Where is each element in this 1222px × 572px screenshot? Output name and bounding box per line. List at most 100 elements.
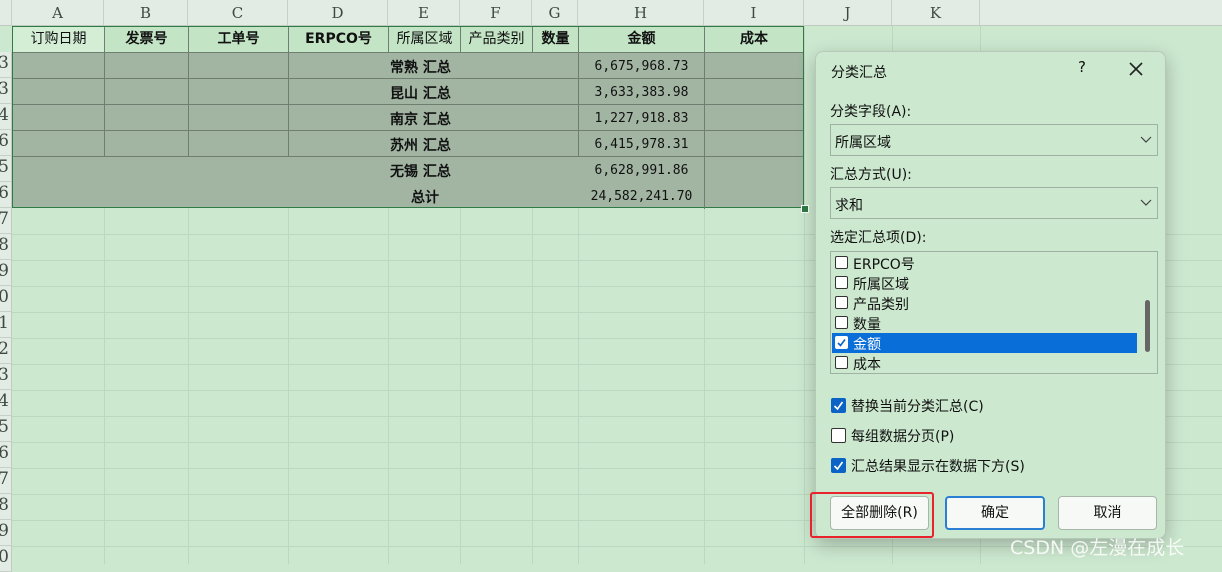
subtotal-amount: 6,675,968.73 — [594, 59, 689, 74]
highlight-annotation — [810, 492, 934, 538]
row-header[interactable]: 6 — [0, 182, 12, 208]
chevron-down-icon — [1140, 199, 1152, 206]
cancel-button[interactable]: 取消 — [1058, 496, 1157, 530]
list-item[interactable]: 产品类别 — [832, 293, 1137, 313]
checkbox[interactable] — [835, 256, 848, 269]
scrollbar-thumb[interactable] — [1145, 300, 1150, 352]
header-amount[interactable]: 金额 — [579, 27, 705, 53]
column-header-f[interactable]: F — [460, 0, 532, 26]
help-button[interactable]: ? — [1071, 58, 1093, 82]
function-select[interactable]: 求和 — [830, 187, 1158, 219]
column-header-d[interactable]: D — [288, 0, 388, 26]
row-header[interactable]: 4 — [0, 390, 12, 416]
row-number: 6 — [0, 131, 9, 151]
header-order-date[interactable]: 订购日期 — [13, 27, 105, 53]
row-header[interactable]: 5 — [0, 156, 12, 182]
column-header-i[interactable]: I — [704, 0, 804, 26]
select-all-corner[interactable] — [0, 0, 12, 26]
column-header-k[interactable]: K — [892, 0, 980, 26]
column-header-c[interactable]: C — [188, 0, 288, 26]
row-header[interactable]: 7 — [0, 468, 12, 494]
checkbox[interactable] — [831, 428, 846, 443]
chevron-down-icon — [1140, 136, 1152, 143]
list-item[interactable]: 所属区域 — [832, 273, 1137, 293]
list-item-selected[interactable]: 金额 — [832, 333, 1137, 353]
row-header[interactable]: 2 — [0, 338, 12, 364]
option-label: 替换当前分类汇总(C) — [851, 399, 984, 415]
check-icon — [837, 339, 846, 347]
subtotal-label: 昆山 汇总 — [390, 86, 451, 102]
checkbox[interactable] — [835, 316, 848, 329]
items-label: 选定汇总项(D): — [830, 230, 927, 246]
header-erpco[interactable]: ERPCO号 — [289, 27, 389, 53]
row-number: 7 — [0, 209, 9, 229]
header-product-category[interactable]: 产品类别 — [461, 27, 533, 53]
header-region[interactable]: 所属区域 — [389, 27, 461, 53]
row-header[interactable]: 8 — [0, 494, 12, 520]
checkbox[interactable] — [835, 296, 848, 309]
row-number: 3 — [0, 53, 9, 73]
close-icon — [1129, 62, 1143, 76]
row-header[interactable]: 0 — [0, 286, 12, 312]
item-label: 金额 — [853, 337, 881, 353]
row-number: 9 — [0, 261, 9, 281]
header-cost[interactable]: 成本 — [705, 27, 803, 53]
group-field-select[interactable]: 所属区域 — [830, 124, 1158, 156]
row-header[interactable]: 5 — [0, 416, 12, 442]
checkbox-checked[interactable] — [831, 458, 846, 473]
header-work-order[interactable]: 工单号 — [189, 27, 289, 53]
subtotal-items-list[interactable]: ERPCO号 所属区域 产品类别 数量 金额 成本 — [830, 251, 1158, 374]
list-item[interactable]: 成本 — [832, 353, 1137, 373]
list-item[interactable]: ERPCO号 — [832, 253, 1137, 273]
row-header[interactable]: 1 — [0, 312, 12, 338]
subtotal-dialog[interactable]: 分类汇总 ? 分类字段(A): 所属区域 汇总方式(U): 求和 选定汇总项(D… — [815, 51, 1166, 539]
header-quantity[interactable]: 数量 — [533, 27, 579, 53]
row-number: 8 — [0, 495, 9, 515]
item-label: 产品类别 — [853, 297, 909, 313]
close-button[interactable] — [1123, 56, 1149, 82]
row-header[interactable]: 4 — [0, 104, 12, 130]
check-icon — [833, 401, 844, 411]
subtotal-amount: 6,415,978.31 — [594, 137, 689, 152]
row-header[interactable]: 3 — [0, 78, 12, 104]
row-header[interactable]: 9 — [0, 260, 12, 286]
item-label: 数量 — [853, 317, 881, 333]
row-number: 7 — [0, 469, 9, 489]
subtotal-label: 南京 汇总 — [390, 112, 451, 128]
subtotal-label: 常熟 汇总 — [390, 60, 451, 76]
subtotal-table[interactable]: 订购日期 发票号 工单号 ERPCO号 所属区域 产品类别 数量 金额 成本 常… — [12, 26, 804, 209]
column-header-j[interactable]: J — [804, 0, 892, 26]
function-value: 求和 — [835, 198, 863, 214]
checkbox[interactable] — [835, 356, 848, 369]
row-header[interactable]: 6 — [0, 442, 12, 468]
list-scrollbar[interactable] — [1139, 254, 1155, 371]
row-number: 8 — [0, 235, 9, 255]
fill-handle[interactable] — [801, 205, 809, 213]
row-header[interactable]: 8 — [0, 234, 12, 260]
checkbox[interactable] — [835, 276, 848, 289]
checkbox-checked[interactable] — [831, 398, 846, 413]
row-number: 6 — [0, 183, 9, 203]
column-header-a[interactable]: A — [12, 0, 104, 26]
row-header[interactable]: 7 — [0, 208, 12, 234]
ok-button[interactable]: 确定 — [945, 496, 1045, 530]
row-header[interactable]: 3 — [0, 364, 12, 390]
column-header-g[interactable]: G — [532, 0, 578, 26]
dialog-title: 分类汇总 — [831, 65, 887, 81]
row-number: 3 — [0, 79, 9, 99]
row-header[interactable]: 0 — [0, 546, 12, 572]
column-header-h[interactable]: H — [578, 0, 704, 26]
checkbox-checked[interactable] — [835, 336, 848, 349]
row-header[interactable]: 6 — [0, 130, 12, 156]
row-header[interactable]: 9 — [0, 520, 12, 546]
row-header[interactable]: 3 — [0, 52, 12, 78]
subtotal-amount: 1,227,918.83 — [594, 111, 689, 126]
watermark: CSDN @左漫在成长 — [1010, 537, 1185, 559]
column-header-empty — [980, 0, 1222, 26]
list-item[interactable]: 数量 — [832, 313, 1137, 333]
total-label: 总计 — [411, 190, 439, 206]
column-header-b[interactable]: B — [104, 0, 188, 26]
column-header-e[interactable]: E — [388, 0, 460, 26]
header-invoice-no[interactable]: 发票号 — [105, 27, 189, 53]
grid-line — [804, 26, 805, 564]
